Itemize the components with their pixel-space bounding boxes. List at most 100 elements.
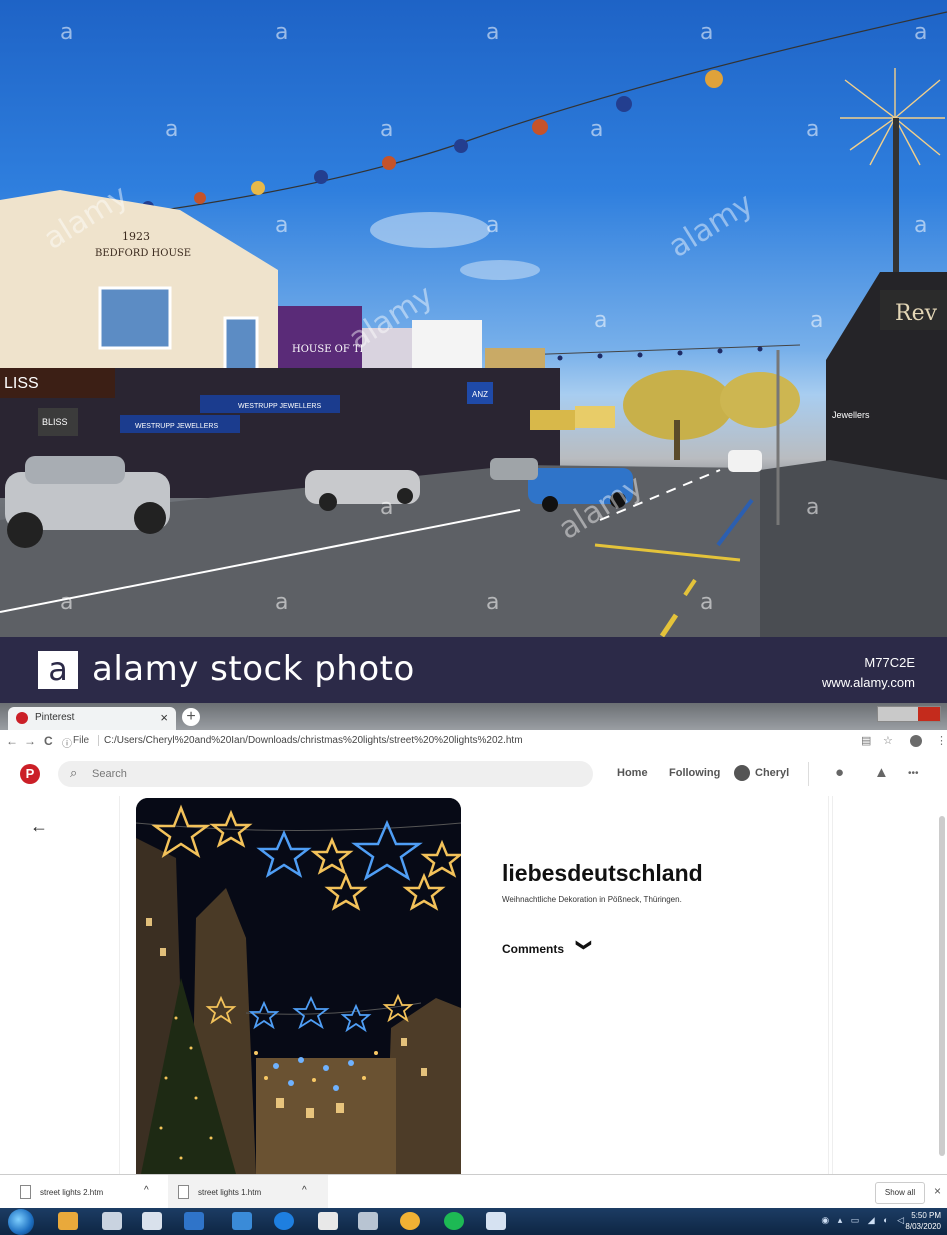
explorer-icon[interactable] bbox=[58, 1212, 78, 1230]
notifications-bell-icon[interactable]: ▲ bbox=[874, 764, 889, 781]
watermark: a bbox=[380, 117, 394, 142]
watermark: a bbox=[806, 495, 820, 520]
nav-user[interactable]: Cheryl bbox=[755, 767, 789, 779]
header-divider bbox=[808, 762, 809, 786]
forward-button[interactable]: → bbox=[24, 734, 36, 748]
libraries-icon[interactable] bbox=[102, 1212, 122, 1230]
search-icon: ⌕ bbox=[70, 765, 78, 780]
more-options-icon[interactable]: ••• bbox=[908, 768, 919, 779]
chevron-glyph: ❯ bbox=[575, 938, 593, 952]
watermark: a bbox=[275, 20, 289, 45]
menu-dots-icon[interactable]: ⋮ bbox=[936, 734, 947, 747]
watermark: a bbox=[275, 590, 289, 615]
reload-button[interactable]: C bbox=[44, 734, 53, 748]
word-icon[interactable] bbox=[486, 1212, 506, 1230]
windows-taskbar: ◉ ▴ ▭ ◢ ◐ ◁ 5:50 PM 8/03/2020 bbox=[0, 1208, 947, 1235]
watermark: a bbox=[806, 117, 820, 142]
street-scene-image: 1923 BEDFORD HOUSE HOUSE OF TRAVEL LISS … bbox=[0, 11, 947, 637]
system-tray[interactable]: ◉ ▴ ▭ ◢ ◐ ◁ bbox=[821, 1215, 907, 1226]
shop-sign-jewellers-right: Jewellers bbox=[832, 410, 870, 420]
media-player-icon[interactable] bbox=[184, 1212, 204, 1230]
image-code: M77C2E bbox=[864, 655, 915, 670]
window-controls[interactable] bbox=[877, 706, 941, 722]
new-tab-button[interactable]: + bbox=[182, 708, 200, 726]
pin-image[interactable] bbox=[136, 798, 461, 1174]
download-filename: street lights 1.htm bbox=[198, 1188, 262, 1197]
watermark: a bbox=[700, 20, 714, 45]
pin-description: Weihnachtliche Dekoration in Pößneck, Th… bbox=[502, 895, 682, 904]
pin-username[interactable]: liebesdeutschland bbox=[502, 860, 703, 887]
internet-explorer-icon[interactable] bbox=[274, 1212, 294, 1230]
browser-tab-bar: Pinterest × + bbox=[0, 703, 947, 730]
search-placeholder: Search bbox=[92, 768, 127, 780]
chevron-down-icon[interactable]: ❯ bbox=[575, 939, 593, 952]
shop-sign-bliss: BLISS bbox=[42, 417, 68, 427]
address-bar: ← → C ⓘ File C:/Users/Cheryl%20and%20Ian… bbox=[0, 730, 947, 753]
bookmark-star-icon[interactable]: ☆ bbox=[883, 734, 893, 747]
chrome-icon[interactable] bbox=[400, 1212, 420, 1230]
app-icon[interactable] bbox=[358, 1212, 378, 1230]
pinterest-favicon-icon bbox=[16, 712, 28, 724]
watermark: a bbox=[380, 495, 394, 520]
translate-icon[interactable]: ▤ bbox=[861, 734, 871, 747]
window-close-button[interactable] bbox=[918, 707, 940, 721]
watermark: a bbox=[486, 20, 500, 45]
back-button[interactable]: ← bbox=[6, 734, 18, 748]
right-panel bbox=[832, 796, 941, 1174]
nav-following[interactable]: Following bbox=[669, 767, 720, 779]
download-item[interactable]: street lights 2.htm ^ bbox=[10, 1175, 170, 1208]
clock-date[interactable]: 8/03/2020 bbox=[905, 1222, 941, 1231]
messages-icon[interactable]: ● bbox=[835, 764, 844, 781]
comments-toggle[interactable]: Comments bbox=[502, 942, 564, 956]
download-item[interactable]: street lights 1.htm ^ bbox=[168, 1175, 328, 1208]
spotify-icon[interactable] bbox=[444, 1212, 464, 1230]
watermark: a bbox=[486, 590, 500, 615]
shop-sign-rev: Rev bbox=[895, 301, 938, 326]
watermark: a bbox=[486, 213, 500, 238]
pinterest-header: P ⌕ Search Home Following Cheryl ● ▲ ••• bbox=[0, 752, 947, 796]
tab-close-icon[interactable]: × bbox=[160, 710, 168, 725]
download-options-icon[interactable]: ^ bbox=[144, 1185, 149, 1196]
back-arrow-icon[interactable]: ← bbox=[30, 816, 48, 837]
start-button[interactable] bbox=[8, 1209, 34, 1235]
watermark: a bbox=[60, 590, 74, 615]
watermark: a bbox=[810, 308, 824, 333]
clock-time[interactable]: 5:50 PM bbox=[911, 1211, 941, 1220]
alamy-logo-icon: a bbox=[38, 651, 78, 689]
alamy-url: www.alamy.com bbox=[822, 675, 915, 690]
watermark: a bbox=[590, 117, 604, 142]
watermark: a bbox=[60, 20, 74, 45]
shop-sign-jewellers-2: WESTRUPP JEWELLERS bbox=[135, 423, 218, 430]
search-input[interactable]: ⌕ Search bbox=[58, 761, 593, 787]
tab-title: Pinterest bbox=[35, 712, 75, 723]
shop-sign-liss: LISS bbox=[4, 375, 39, 392]
scrollbar[interactable] bbox=[939, 816, 945, 1156]
hp-icon[interactable] bbox=[318, 1212, 338, 1230]
watermark: a bbox=[700, 590, 714, 615]
avatar[interactable] bbox=[734, 765, 750, 781]
download-filename: street lights 2.htm bbox=[40, 1188, 104, 1197]
download-options-icon[interactable]: ^ bbox=[302, 1185, 307, 1196]
publisher-icon[interactable] bbox=[142, 1212, 162, 1230]
building-date: 1923 bbox=[122, 230, 150, 243]
info-icon[interactable]: ⓘ bbox=[62, 735, 72, 750]
stock-photo: 1923 BEDFORD HOUSE HOUSE OF TRAVEL LISS … bbox=[0, 0, 947, 637]
watermark: a bbox=[594, 308, 608, 333]
url-input[interactable]: C:/Users/Cheryl%20and%20Ian/Downloads/ch… bbox=[98, 735, 523, 746]
nav-home[interactable]: Home bbox=[617, 767, 648, 779]
camera-app-icon[interactable] bbox=[232, 1212, 252, 1230]
watermark: a bbox=[275, 213, 289, 238]
tab-pinterest[interactable]: Pinterest × bbox=[8, 707, 176, 730]
file-icon bbox=[20, 1185, 31, 1199]
watermark: a bbox=[165, 117, 179, 142]
shop-sign-anz: ANZ bbox=[472, 390, 488, 399]
alamy-banner: a alamy stock photo M77C2E www.alamy.com bbox=[0, 637, 947, 703]
downloads-bar: street lights 2.htm ^ street lights 1.ht… bbox=[0, 1174, 947, 1209]
close-downloads-icon[interactable]: × bbox=[934, 1184, 941, 1198]
shop-sign-jewellers-1: WESTRUPP JEWELLERS bbox=[238, 403, 321, 410]
profile-icon[interactable] bbox=[910, 735, 922, 747]
watermark: a bbox=[914, 20, 928, 45]
show-all-button[interactable]: Show all bbox=[875, 1182, 925, 1204]
pinterest-logo-icon[interactable]: P bbox=[20, 764, 40, 784]
file-label: File bbox=[73, 735, 90, 746]
